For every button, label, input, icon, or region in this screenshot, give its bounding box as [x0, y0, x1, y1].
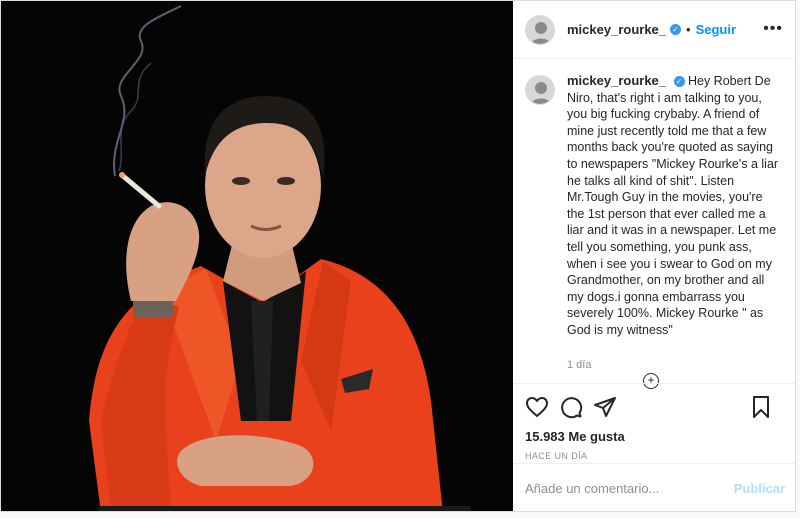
- avatar-image: [526, 15, 554, 44]
- follow-button[interactable]: Seguir: [696, 22, 736, 37]
- save-bookmark-icon[interactable]: [749, 395, 773, 419]
- post-side-panel: mickey_rourke_ ✓ • Seguir ••• mickey_rou…: [513, 1, 795, 511]
- publish-button[interactable]: Publicar: [734, 481, 785, 496]
- portrait-image: [1, 1, 513, 511]
- post-header: mickey_rourke_ ✓ • Seguir •••: [513, 1, 795, 59]
- like-heart-icon[interactable]: [525, 395, 549, 419]
- separator-dot: •: [686, 22, 691, 37]
- caption-timestamp[interactable]: 1 día: [567, 357, 781, 374]
- instagram-post: mickey_rourke_ ✓ • Seguir ••• mickey_rou…: [0, 0, 796, 512]
- avatar[interactable]: [525, 14, 555, 45]
- more-options-icon[interactable]: •••: [763, 20, 783, 38]
- caption-comment: mickey_rourke_ ✓ Hey Robert De Niro, tha…: [525, 73, 781, 373]
- post-time-ago[interactable]: HACE UN DÍA: [525, 451, 785, 461]
- share-paper-plane-icon[interactable]: [593, 395, 617, 419]
- avatar-image: [526, 76, 554, 104]
- add-comment-bar: Publicar: [513, 463, 795, 511]
- comment-input[interactable]: [525, 481, 734, 496]
- comment-bubble-icon[interactable]: [559, 395, 583, 419]
- username-link[interactable]: mickey_rourke_: [567, 22, 666, 37]
- verified-badge-icon: ✓: [673, 76, 685, 88]
- comments-area[interactable]: mickey_rourke_ ✓ Hey Robert De Niro, tha…: [525, 73, 781, 381]
- caption-username-link[interactable]: mickey_rourke_: [567, 73, 666, 88]
- post-actions: 15.983 Me gusta HACE UN DÍA: [513, 383, 795, 461]
- avatar[interactable]: [525, 75, 555, 105]
- post-photo[interactable]: [1, 1, 513, 511]
- caption-body: mickey_rourke_ ✓ Hey Robert De Niro, tha…: [567, 73, 781, 373]
- verified-badge-icon: ✓: [670, 24, 682, 35]
- action-icons: [525, 394, 785, 420]
- like-count[interactable]: 15.983 Me gusta: [525, 429, 785, 444]
- caption-text: Hey Robert De Niro, that's right i am ta…: [567, 74, 779, 337]
